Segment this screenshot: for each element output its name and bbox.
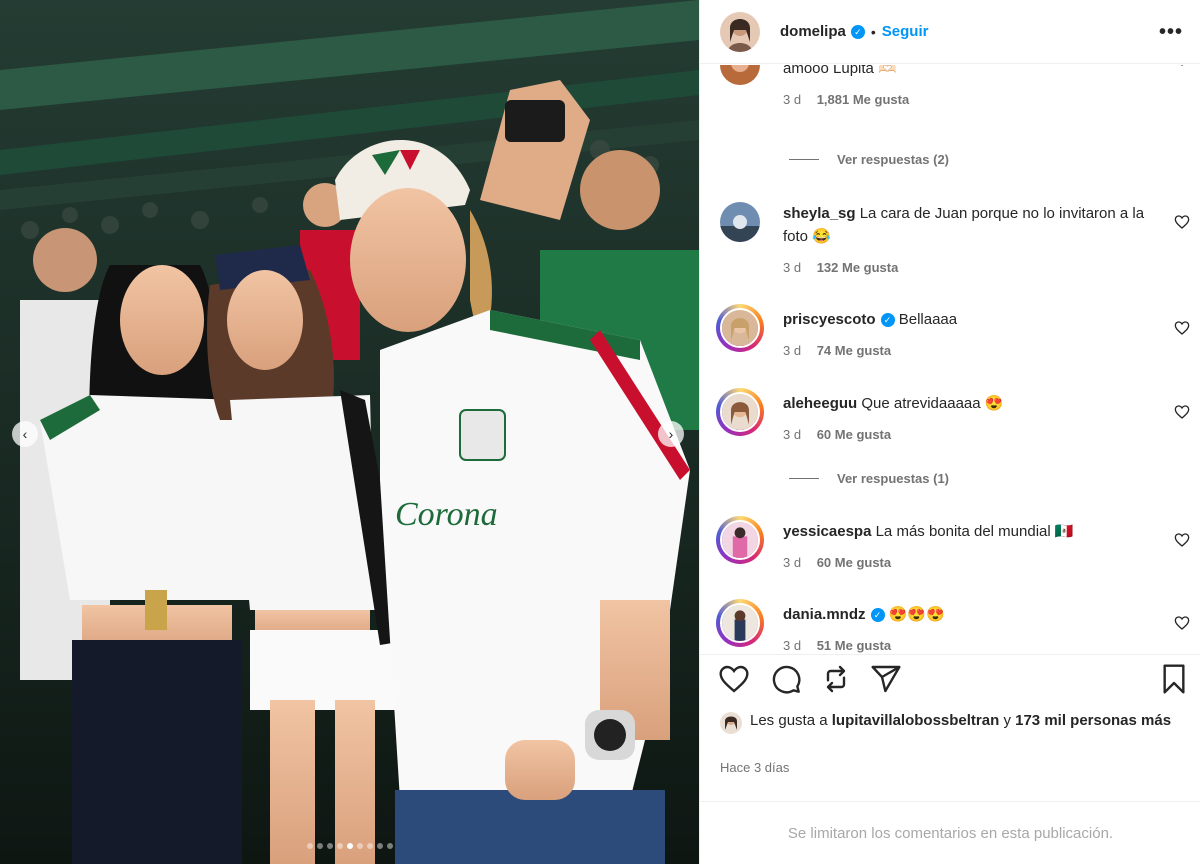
comments-list[interactable]: amooo Lupita 🫶🏻 3 d 1,881 Me gusta Ver r… xyxy=(700,65,1200,654)
comment-avatar[interactable] xyxy=(720,520,760,560)
verified-icon: ✓ xyxy=(870,608,885,623)
story-ring[interactable] xyxy=(716,388,764,436)
carousel-dot xyxy=(346,843,353,849)
carousel-dot xyxy=(306,843,313,849)
comment-body: sheyla_sg La cara de Juan porque no lo i… xyxy=(783,202,1163,279)
liker-avatar[interactable] xyxy=(720,712,742,734)
likes-prefix: Les gusta a xyxy=(750,712,828,729)
story-ring[interactable] xyxy=(716,304,764,352)
comment-body: priscyescoto ✓ Bellaaaa 3 d 74 Me gusta xyxy=(783,308,1163,362)
comment-avatar[interactable] xyxy=(720,65,760,85)
comment-likes[interactable]: 51 Me gusta xyxy=(817,638,891,653)
comment-time: 3 d xyxy=(783,92,802,107)
comment-likes[interactable]: 132 Me gusta xyxy=(817,260,899,275)
comment-text: Que atrevidaaaaa 😍 xyxy=(861,395,1004,412)
comment-username[interactable]: priscyescoto xyxy=(783,311,876,328)
header-separator: • xyxy=(870,23,876,40)
comment-username[interactable]: sheyla_sg xyxy=(783,205,856,222)
comment-text: 😍😍😍 xyxy=(888,606,945,623)
post-header: domelipa ✓ • Seguir ••• xyxy=(700,0,1200,64)
verified-icon: ✓ xyxy=(880,313,895,328)
comment-meta: 3 d 60 Me gusta xyxy=(783,551,1163,574)
likes-suffix[interactable]: más xyxy=(1141,712,1171,729)
more-options-icon[interactable]: ••• xyxy=(1159,22,1183,42)
comment-time: 3 d xyxy=(783,427,802,442)
comment-likes[interactable]: 60 Me gusta xyxy=(817,555,891,570)
carousel-dot xyxy=(386,843,393,849)
carousel-dot xyxy=(356,843,363,849)
like-comment-icon[interactable] xyxy=(1174,214,1190,230)
comment-meta: 3 d 60 Me gusta xyxy=(783,423,1163,446)
comment-body: yessicaespa La más bonita del mundial 🇲🇽… xyxy=(783,520,1163,574)
repost-icon[interactable] xyxy=(820,663,852,695)
comment-likes[interactable]: 74 Me gusta xyxy=(817,343,891,358)
comment-avatar[interactable] xyxy=(720,202,760,242)
post-photo: Corona ‹ › xyxy=(0,0,699,864)
like-comment-icon[interactable] xyxy=(1174,65,1190,67)
comment-icon[interactable] xyxy=(770,663,802,695)
like-comment-icon[interactable] xyxy=(1174,532,1190,548)
story-ring[interactable] xyxy=(716,516,764,564)
comment-time: 3 d xyxy=(783,638,802,653)
post-panel: domelipa ✓ • Seguir ••• amooo Lupita 🫶🏻 … xyxy=(699,0,1200,864)
comments-limited-notice: Se limitaron los comentarios en esta pub… xyxy=(700,801,1200,864)
carousel-dot xyxy=(316,843,323,849)
view-replies-button[interactable]: Ver respuestas (1) xyxy=(789,471,949,486)
action-bar xyxy=(700,654,1200,700)
bookmark-icon[interactable] xyxy=(1158,663,1190,695)
verified-icon: ✓ xyxy=(850,24,865,39)
comment-likes[interactable]: 60 Me gusta xyxy=(817,427,891,442)
comment-avatar[interactable] xyxy=(720,603,760,643)
comment-time: 3 d xyxy=(783,260,802,275)
comment-body: aleheeguu Que atrevidaaaaa 😍 3 d 60 Me g… xyxy=(783,392,1163,446)
comment-likes[interactable]: 1,881 Me gusta xyxy=(817,92,910,107)
comment-meta: 3 d 132 Me gusta xyxy=(783,256,1163,279)
comment-time: 3 d xyxy=(783,343,802,358)
carousel-dot xyxy=(336,843,343,849)
likes-summary: Les gusta a lupitavillalobossbeltran y 1… xyxy=(720,710,1190,734)
like-comment-icon[interactable] xyxy=(1174,615,1190,631)
carousel-dot xyxy=(376,843,383,849)
photo-illustration: Corona xyxy=(0,0,699,864)
carousel-next-button[interactable]: › xyxy=(658,421,684,447)
comment-body: dania.mndz ✓ 😍😍😍 3 d 51 Me gusta xyxy=(783,603,1163,654)
svg-text:Corona: Corona xyxy=(395,496,498,533)
comment-text: Bellaaaa xyxy=(898,311,958,328)
follow-button[interactable]: Seguir xyxy=(882,23,929,40)
comment-avatar[interactable] xyxy=(720,392,760,432)
likes-count[interactable]: 173 mil personas xyxy=(1015,712,1137,729)
comment-body: amooo Lupita 🫶🏻 3 d 1,881 Me gusta xyxy=(783,65,1163,111)
comment-avatar[interactable] xyxy=(720,308,760,348)
liker-username[interactable]: lupitavillalobossbeltran xyxy=(832,712,1000,729)
author-username[interactable]: domelipa xyxy=(780,23,846,40)
story-ring[interactable] xyxy=(716,599,764,647)
comment-username[interactable]: aleheeguu xyxy=(783,395,857,412)
comment-username[interactable]: dania.mndz xyxy=(783,606,866,623)
likes-middle: y xyxy=(1003,712,1011,729)
post-date[interactable]: Hace 3 días xyxy=(720,760,789,775)
like-comment-icon[interactable] xyxy=(1174,404,1190,420)
view-replies-button[interactable]: Ver respuestas (2) xyxy=(789,152,949,167)
comment-username[interactable]: yessicaespa xyxy=(783,523,871,540)
carousel-dot xyxy=(366,843,373,849)
view-replies-label: Ver respuestas (1) xyxy=(837,471,950,486)
comment-meta: 3 d 1,881 Me gusta xyxy=(783,88,1163,111)
comment-meta: 3 d 51 Me gusta xyxy=(783,634,1163,654)
like-comment-icon[interactable] xyxy=(1174,320,1190,336)
comment-time: 3 d xyxy=(783,555,802,570)
view-replies-label: Ver respuestas (2) xyxy=(837,152,950,167)
comment-meta: 3 d 74 Me gusta xyxy=(783,339,1163,362)
replies-divider xyxy=(789,478,819,479)
heart-icon[interactable] xyxy=(718,663,750,695)
replies-divider xyxy=(789,159,819,160)
comment-text: amooo Lupita 🫶🏻 xyxy=(783,65,897,77)
carousel-prev-button[interactable]: ‹ xyxy=(12,421,38,447)
author-avatar[interactable] xyxy=(720,11,760,52)
share-icon[interactable] xyxy=(870,663,902,695)
carousel-dot xyxy=(326,843,333,849)
carousel-dots xyxy=(0,843,699,849)
comment-text: La más bonita del mundial 🇲🇽 xyxy=(875,523,1074,540)
